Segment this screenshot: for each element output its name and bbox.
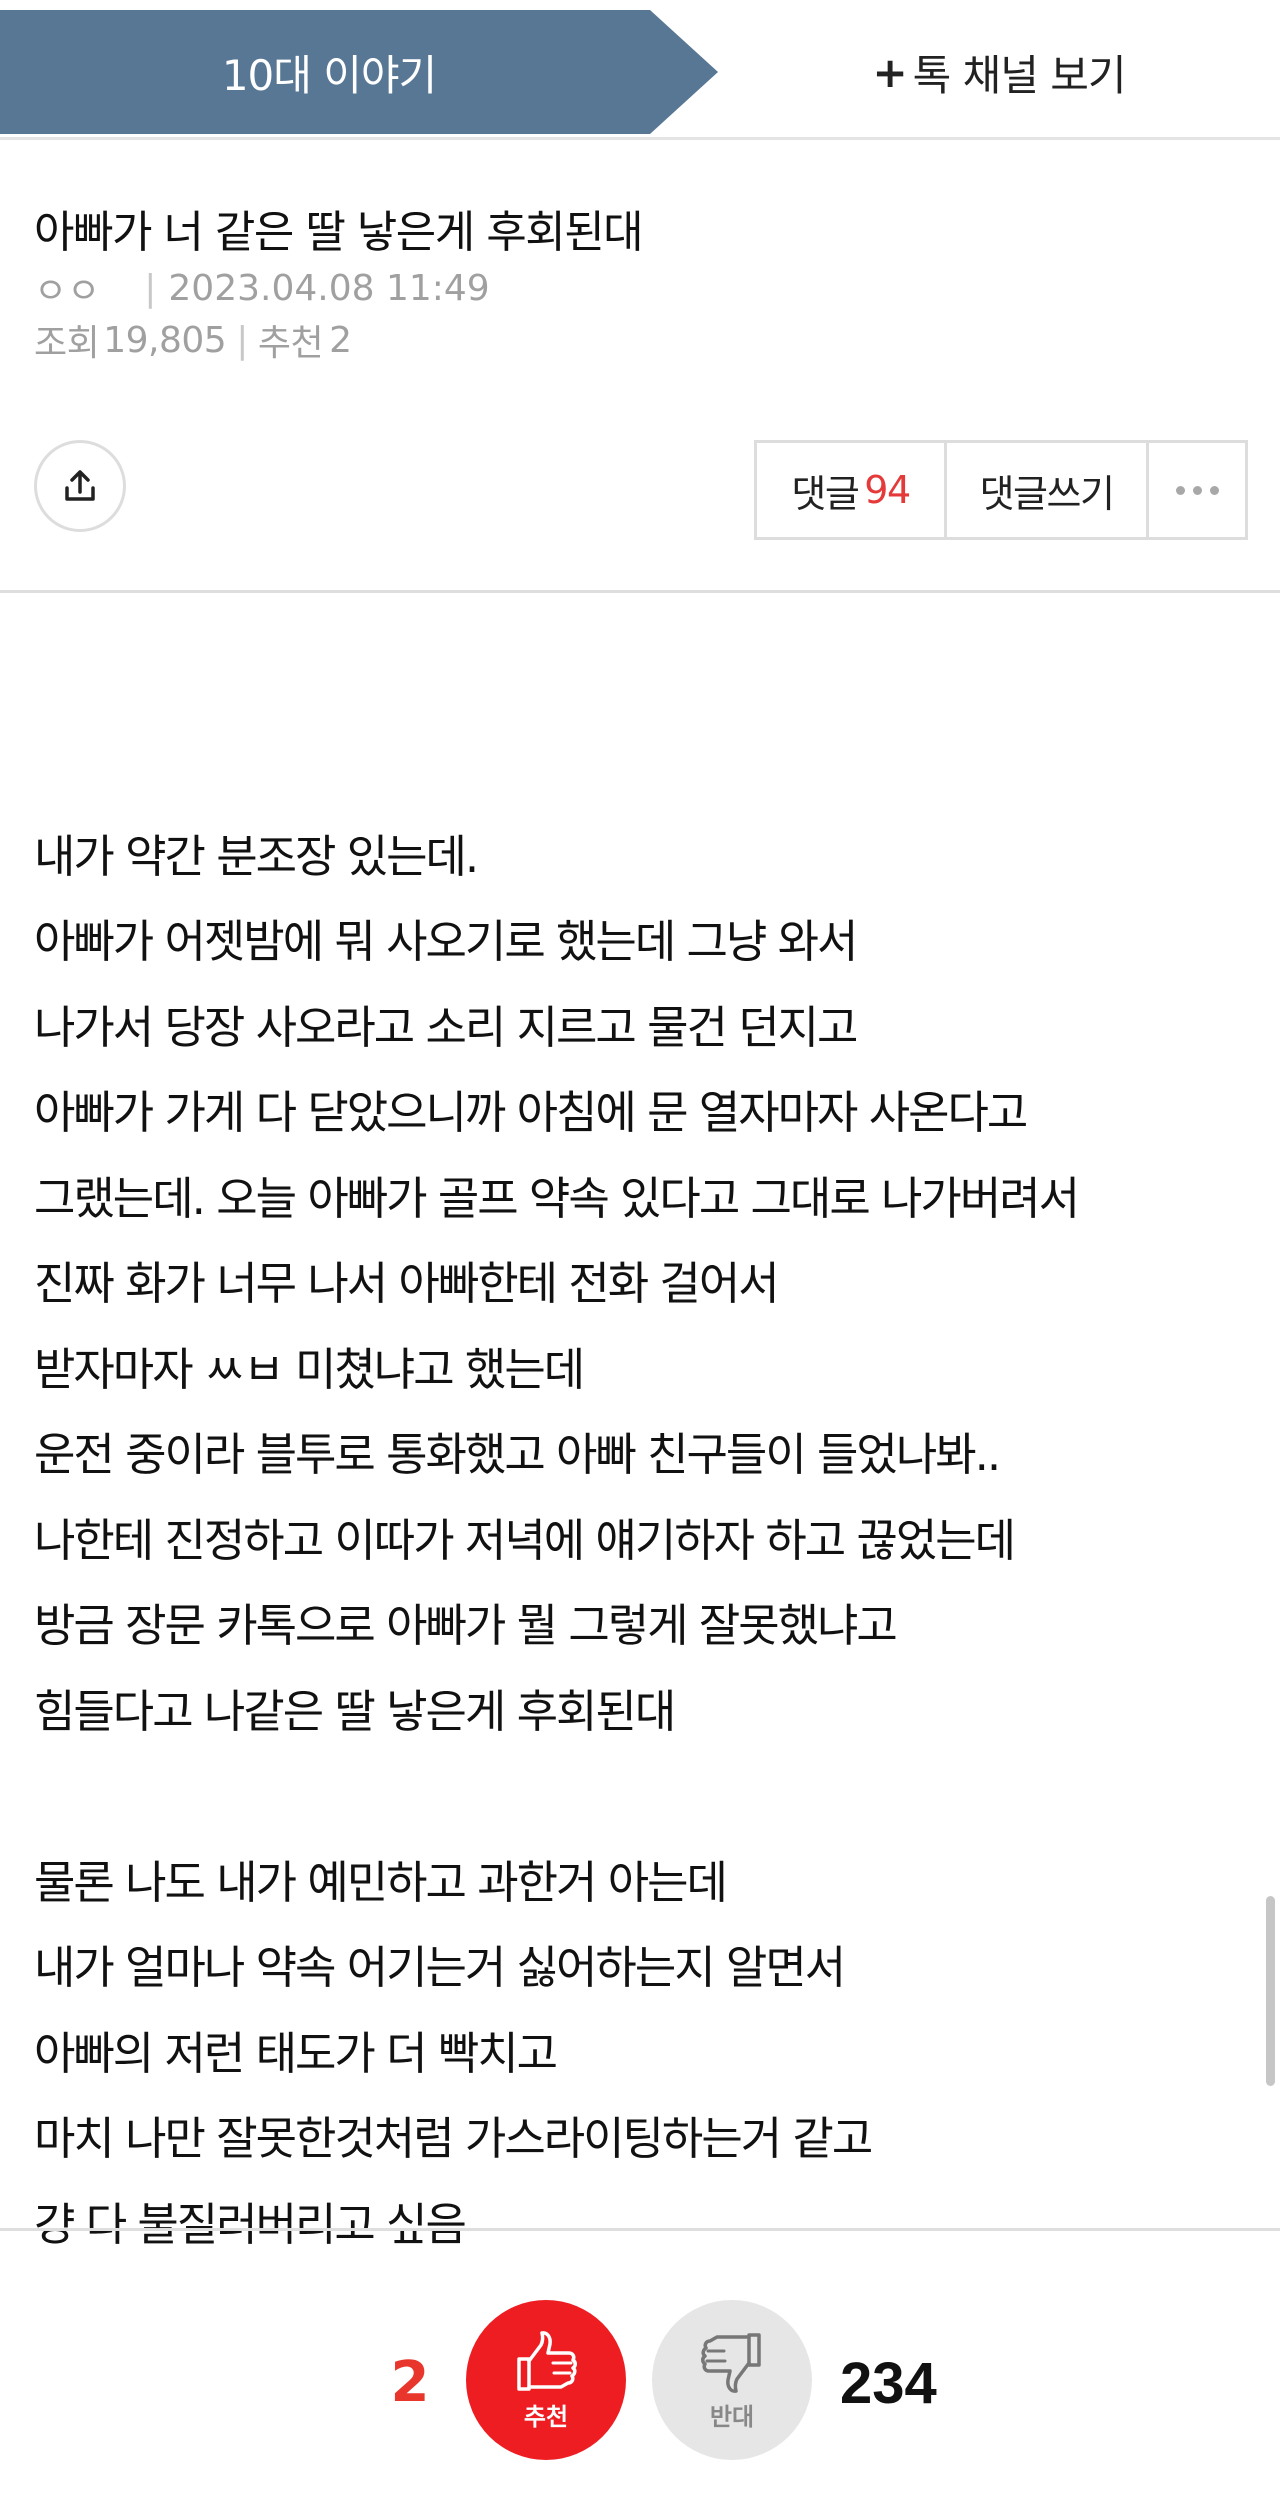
content-line: 내가 약간 분조장 있는데.	[34, 829, 479, 883]
content-line: 내가 얼마나 약속 어기는거 싫어하는지 알면서	[34, 1941, 846, 1994]
content-line	[34, 728, 1234, 814]
content-line: 힘들다고 나같은 딸 낳은게 후회된대	[34, 1684, 676, 1738]
write-comment-button[interactable]: 댓글쓰기	[947, 443, 1149, 537]
divider	[0, 2228, 1280, 2231]
content-line: 마치 나만 잘못한것처럼 가스라이팅하는거 같고	[34, 2112, 873, 2165]
thumbs-up-icon	[517, 2330, 577, 2391]
content-line: 아빠가 어젯밤에 뭐 사오기로 했는데 그냥 와서	[34, 915, 858, 968]
content-line: 물론 나도 내가 예민하고 과한거 아는데	[34, 1855, 728, 1909]
recommend-count: 2	[329, 319, 352, 361]
recommend-label: 추천	[257, 323, 324, 364]
more-options-button[interactable]	[1149, 443, 1245, 537]
top-bar: 10대 이야기 + 톡 채널 보기	[0, 0, 1280, 140]
post-content: 내가 약간 분조장 있는데. 아빠가 어젯밤에 뭐 사오기로 했는데 그냥 와서…	[34, 728, 1234, 2267]
dislike-count: 234	[840, 2351, 937, 2416]
more-dots-icon	[1175, 485, 1219, 495]
like-count: 2	[390, 2350, 430, 2415]
divider	[0, 590, 1280, 593]
talk-channel-label: 톡 채널 보기	[912, 50, 1127, 100]
oppose-button[interactable]: 반대	[652, 2300, 812, 2460]
content-line: 나한테 진정하고 이따가 저녁에 얘기하자 하고 끊었는데	[34, 1513, 1016, 1567]
content-line: 진짜 화가 너무 나서 아빠한테 전화 걸어서	[34, 1257, 780, 1310]
views-count: 19,805	[103, 319, 227, 361]
views-label: 조회	[34, 323, 100, 364]
plus-icon: +	[872, 47, 907, 97]
comment-actions: 댓글 94 댓글쓰기	[754, 440, 1248, 540]
content-line: 아빠의 저런 태도가 더 빡치고	[34, 2026, 558, 2080]
oppose-label: 반대	[709, 2402, 755, 2431]
content-line: 아빠가 가게 다 닫았으니까 아침에 문 열자마자 사온다고	[34, 1086, 1028, 1139]
post-page: 10대 이야기 + 톡 채널 보기 아빠가 너 같은 딸 낳은게 후회된대 ㅇㅇ…	[0, 0, 1280, 2516]
content-line: 나가서 당장 사오라고 소리 지르고 물건 던지고	[34, 1000, 858, 1054]
thumbs-down-icon	[701, 2332, 761, 2393]
share-icon	[65, 470, 95, 501]
author-name[interactable]: ㅇㅇ	[34, 262, 100, 314]
recommend-button[interactable]: 추천	[466, 2300, 626, 2460]
post-title: 아빠가 너 같은 딸 낳은게 후회된대	[34, 207, 644, 258]
comments-button[interactable]: 댓글 94	[757, 443, 947, 537]
content-line: 운전 중이라 블투로 통화했고 아빠 친구들이 들었나봐..	[34, 1428, 1001, 1481]
write-comment-label: 댓글쓰기	[979, 471, 1115, 516]
recommend-label: 추천	[523, 2402, 569, 2431]
meta-separator: |	[236, 319, 248, 361]
comments-label: 댓글	[791, 471, 859, 516]
content-line: 걍 다 불질러버리고 싶음	[34, 2197, 467, 2251]
comments-count: 94	[864, 468, 911, 512]
content-line	[34, 1754, 1234, 1840]
tab-10s-story[interactable]: 10대 이야기	[0, 10, 718, 134]
talk-channel-link[interactable]: + 톡 채널 보기	[718, 10, 1280, 134]
share-button[interactable]	[34, 440, 126, 532]
tab-10s-story-label: 10대 이야기	[221, 50, 437, 100]
content-line: 그랬는데. 오늘 아빠가 골프 약속 있다고 그대로 나가버려서	[34, 1171, 1080, 1225]
post-meta-author-date: ㅇㅇ | 2023.04.08 11:49	[34, 262, 490, 314]
scrollbar-thumb[interactable]	[1266, 1896, 1275, 2086]
post-datetime: 2023.04.08 11:49	[168, 267, 490, 309]
content-line: 방금 장문 카톡으로 아빠가 뭘 그렇게 잘못했냐고	[34, 1599, 898, 1652]
post-meta-stats: 조회 19,805 | 추천 2	[34, 314, 352, 366]
content-line: 받자마자 ㅆㅂ 미쳤냐고 했는데	[34, 1342, 585, 1396]
meta-separator: |	[144, 267, 157, 309]
